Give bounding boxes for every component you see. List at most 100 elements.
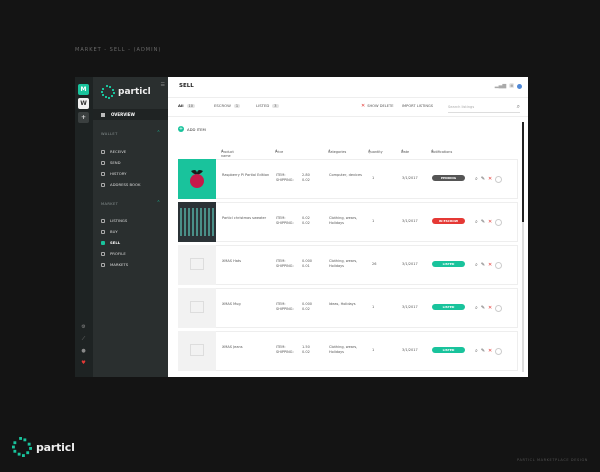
col-name[interactable]: Product name ⇕ bbox=[221, 149, 234, 158]
edit-icon[interactable]: ✎ bbox=[481, 349, 485, 354]
receive-icon bbox=[101, 149, 105, 154]
show-delete-button[interactable]: ✕ SHOW DELETE bbox=[361, 103, 394, 108]
group-label: MARKET bbox=[101, 202, 119, 206]
status-dot-icon[interactable] bbox=[517, 83, 522, 89]
product-name[interactable]: Particl christmas sweater bbox=[222, 216, 270, 221]
import-listings-button[interactable]: IMPORT LISTINGS bbox=[402, 104, 433, 108]
chevron-up-icon: ⌃ bbox=[156, 200, 161, 206]
sidebar-item-receive[interactable]: RECEIVE bbox=[101, 149, 126, 154]
sidebar-item-listings[interactable]: LISTINGS bbox=[101, 218, 127, 223]
sidebar-item-overview[interactable]: OVERVIEW bbox=[93, 109, 168, 120]
sidebar-item-buy[interactable]: BUY bbox=[101, 229, 118, 234]
delete-icon[interactable]: ✕ bbox=[488, 220, 492, 225]
tab-all[interactable]: All 10 bbox=[178, 103, 196, 108]
product-thumbnail[interactable] bbox=[178, 159, 216, 199]
price-shipping: 0.02 bbox=[302, 307, 310, 311]
sidebar-item-label: ADDRESS BOOK bbox=[110, 182, 141, 187]
rail-market-button[interactable]: M bbox=[78, 84, 89, 95]
product-name[interactable]: XMAS Jeans bbox=[222, 345, 270, 350]
group-label: WALLET bbox=[101, 132, 118, 136]
product-name[interactable]: Raspberry Pi Partial Edition bbox=[222, 173, 270, 178]
preview-icon[interactable]: ⌕ bbox=[475, 177, 478, 182]
table-row[interactable]: XMAS Jeans ITEM: 1.50 SHIPPING: 0.02 Clothing… bbox=[178, 331, 518, 371]
address-book-icon bbox=[101, 182, 105, 187]
table-row[interactable]: Particl christmas sweater ITEM: 0.02 SHIPPI… bbox=[178, 202, 518, 242]
price-shipping-label: SHIPPING: bbox=[276, 178, 294, 182]
col-notifications[interactable]: Notifications ⇕ bbox=[431, 149, 452, 154]
signal-icon[interactable]: ⟋ bbox=[81, 337, 86, 342]
product-thumbnail[interactable] bbox=[178, 202, 216, 242]
search-placeholder: Search listings bbox=[448, 105, 475, 109]
search-input[interactable]: Search listings ⌕ bbox=[448, 102, 520, 113]
heart-icon[interactable]: ♥ bbox=[81, 361, 86, 366]
status-badge: LISTED bbox=[432, 304, 465, 310]
col-date[interactable]: Date ⇕ bbox=[401, 149, 409, 154]
rail-wallet-button[interactable]: W bbox=[78, 98, 89, 109]
link-label: IMPORT LISTINGS bbox=[402, 104, 434, 108]
sidebar-item-sell[interactable]: SELL bbox=[101, 240, 120, 245]
product-quantity: 1 bbox=[372, 348, 375, 352]
signal-icon[interactable]: ▂▄▆ bbox=[495, 83, 507, 89]
product-quantity: 1 bbox=[372, 305, 375, 309]
table-row[interactable]: XMAS Mug ITEM: 0.000 SHIPPING: 0.02 Ideas, Ho… bbox=[178, 288, 518, 328]
profile-icon bbox=[101, 251, 105, 256]
table-row[interactable]: XMAS Hats ITEM: 0.000 SHIPPING: 0.01 Clothing… bbox=[178, 245, 518, 285]
market-group-title[interactable]: MARKET ⌃ bbox=[101, 200, 161, 207]
edit-icon[interactable]: ✎ bbox=[481, 306, 485, 311]
select-checkbox[interactable] bbox=[495, 176, 503, 183]
product-quantity: 26 bbox=[372, 262, 377, 266]
table-row[interactable]: Raspberry Pi Partial Edition ITEM: 2.80 SHI… bbox=[178, 159, 518, 199]
scrollbar-thumb[interactable] bbox=[522, 122, 524, 222]
preview-icon[interactable]: ⌕ bbox=[475, 349, 478, 354]
sidebar-item-profile[interactable]: PROFILE bbox=[101, 251, 126, 256]
product-thumbnail[interactable] bbox=[178, 331, 216, 371]
lock-icon[interactable]: ▣ bbox=[509, 83, 514, 89]
wallet-group-title[interactable]: WALLET ⌃ bbox=[101, 131, 161, 137]
search-icon[interactable]: ⌕ bbox=[517, 103, 520, 111]
product-name[interactable]: XMAS Mug bbox=[222, 302, 270, 307]
delete-icon[interactable]: ✕ bbox=[488, 306, 492, 311]
col-quantity[interactable]: Quantity ⇕ bbox=[368, 149, 383, 154]
settings-icon[interactable]: ⚙ bbox=[81, 325, 86, 330]
tab-bar: All 10 ESCROW 1 LISTED 3 ✕ SHOW DELETE IMPOR… bbox=[168, 98, 528, 117]
sidebar-item-label: RECEIVE bbox=[110, 149, 127, 154]
delete-icon[interactable]: ✕ bbox=[488, 349, 492, 354]
product-category: Clothing, wears, Holidays bbox=[329, 259, 358, 268]
select-checkbox[interactable] bbox=[495, 219, 503, 226]
select-checkbox[interactable] bbox=[495, 348, 503, 355]
col-price[interactable]: Price ⇕ bbox=[275, 149, 283, 154]
product-thumbnail[interactable] bbox=[178, 245, 216, 285]
sidebar-item-address-book[interactable]: ADDRESS BOOK bbox=[101, 182, 141, 187]
sidebar-item-label: LISTINGS bbox=[110, 218, 128, 223]
product-date: 3/1/2017 bbox=[402, 348, 418, 352]
tab-count-badge: 1 bbox=[233, 103, 241, 108]
edit-icon[interactable]: ✎ bbox=[481, 220, 485, 225]
product-thumbnail[interactable] bbox=[178, 288, 216, 328]
delete-icon[interactable]: ✕ bbox=[488, 263, 492, 268]
preview-icon[interactable]: ⌕ bbox=[475, 306, 478, 311]
edit-icon[interactable]: ✎ bbox=[481, 263, 485, 268]
product-date: 3/1/2017 bbox=[402, 219, 418, 223]
tab-listed[interactable]: LISTED 3 bbox=[256, 103, 279, 108]
circle-icon[interactable]: ● bbox=[81, 349, 86, 354]
scrollbar[interactable] bbox=[522, 122, 524, 372]
select-checkbox[interactable] bbox=[495, 305, 503, 312]
delete-icon[interactable]: ✕ bbox=[488, 177, 492, 182]
sidebar-item-markets[interactable]: MARKETS bbox=[101, 262, 128, 267]
select-checkbox[interactable] bbox=[495, 262, 503, 269]
brand-name: particl bbox=[118, 87, 151, 97]
price-shipping: 0.01 bbox=[302, 264, 310, 268]
preview-icon[interactable]: ⌕ bbox=[475, 220, 478, 225]
rail-add-button[interactable]: + bbox=[78, 112, 89, 123]
sidebar-item-label: HISTORY bbox=[110, 171, 127, 176]
sidebar-item-label: SELL bbox=[110, 240, 121, 245]
collapse-icon[interactable]: ☰ bbox=[161, 82, 165, 88]
edit-icon[interactable]: ✎ bbox=[481, 177, 485, 182]
preview-icon[interactable]: ⌕ bbox=[475, 263, 478, 268]
sidebar-item-send[interactable]: SEND bbox=[101, 160, 121, 165]
product-name[interactable]: XMAS Hats bbox=[222, 259, 270, 264]
add-item-button[interactable]: + ADD ITEM bbox=[178, 126, 206, 132]
sidebar-item-history[interactable]: HISTORY bbox=[101, 171, 126, 176]
col-category[interactable]: Categories ⇕ bbox=[328, 149, 346, 154]
tab-escrow[interactable]: ESCROW 1 bbox=[214, 103, 241, 108]
